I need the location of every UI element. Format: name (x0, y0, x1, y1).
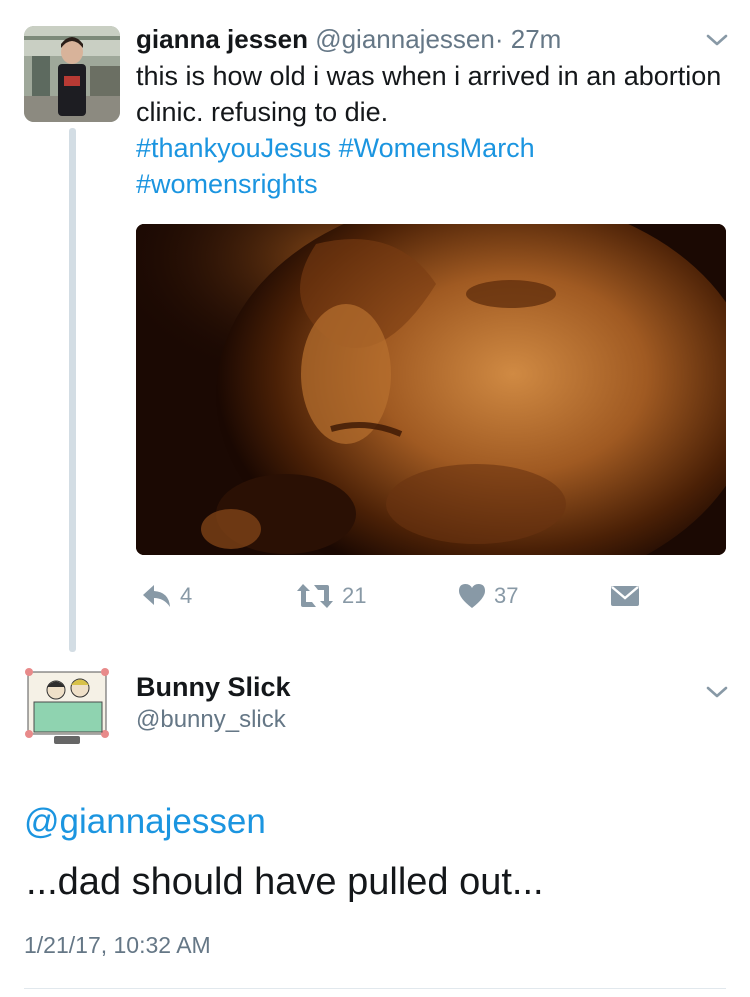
ultrasound-image (136, 224, 726, 555)
header-separator: · (494, 24, 504, 54)
tweet-text: this is how old i was when i arrived in … (136, 61, 722, 127)
dm-icon (611, 586, 639, 606)
tweet-card[interactable]: gianna jessen @giannajessen· 27m this is… (0, 0, 750, 652)
tweet-actions: 4 21 37 (136, 578, 726, 614)
reply-author-name[interactable]: Bunny Slick (136, 670, 291, 704)
author-name[interactable]: gianna jessen (136, 24, 308, 54)
thread-connector-line (69, 128, 76, 652)
reply-author-handle[interactable]: @bunny_slick (136, 704, 286, 736)
retweet-count: 21 (342, 583, 367, 608)
reply-mention-link[interactable]: @giannajessen (24, 800, 266, 844)
reply-timestamp: 1/21/17, 10:32 AM (24, 932, 211, 958)
divider (24, 988, 726, 989)
hashtag-line-1[interactable]: #thankyouJesus #WomensMarch (136, 130, 726, 166)
avatar-photo (24, 26, 120, 122)
tweet-time[interactable]: 27m (511, 24, 562, 54)
tweet-media-image[interactable] (136, 224, 726, 555)
reply-icon (143, 585, 170, 607)
tweet-body: this is how old i was when i arrived in … (136, 58, 726, 202)
heart-icon (459, 584, 485, 608)
hashtag-line-2[interactable]: #womensrights (136, 166, 726, 202)
reply-text: ...dad should have pulled out... (26, 861, 544, 903)
reply-tweet-card[interactable]: Bunny Slick @bunny_slick @giannajessen .… (0, 650, 750, 997)
tweet-header: gianna jessen @giannajessen· 27m (136, 22, 561, 56)
reply-author-avatar[interactable] (24, 666, 112, 746)
reply-button[interactable]: 4 (142, 578, 192, 614)
avatar-drawing (24, 666, 112, 746)
retweet-icon (297, 584, 333, 608)
chevron-down-icon[interactable] (705, 28, 729, 52)
author-handle[interactable]: @giannajessen (315, 24, 495, 54)
chevron-down-icon[interactable] (705, 680, 729, 704)
like-count: 37 (494, 583, 519, 608)
author-avatar[interactable] (24, 26, 120, 122)
retweet-button[interactable]: 21 (296, 578, 366, 614)
like-button[interactable]: 37 (458, 578, 518, 614)
direct-message-button[interactable] (610, 578, 640, 614)
reply-count: 4 (180, 583, 193, 608)
